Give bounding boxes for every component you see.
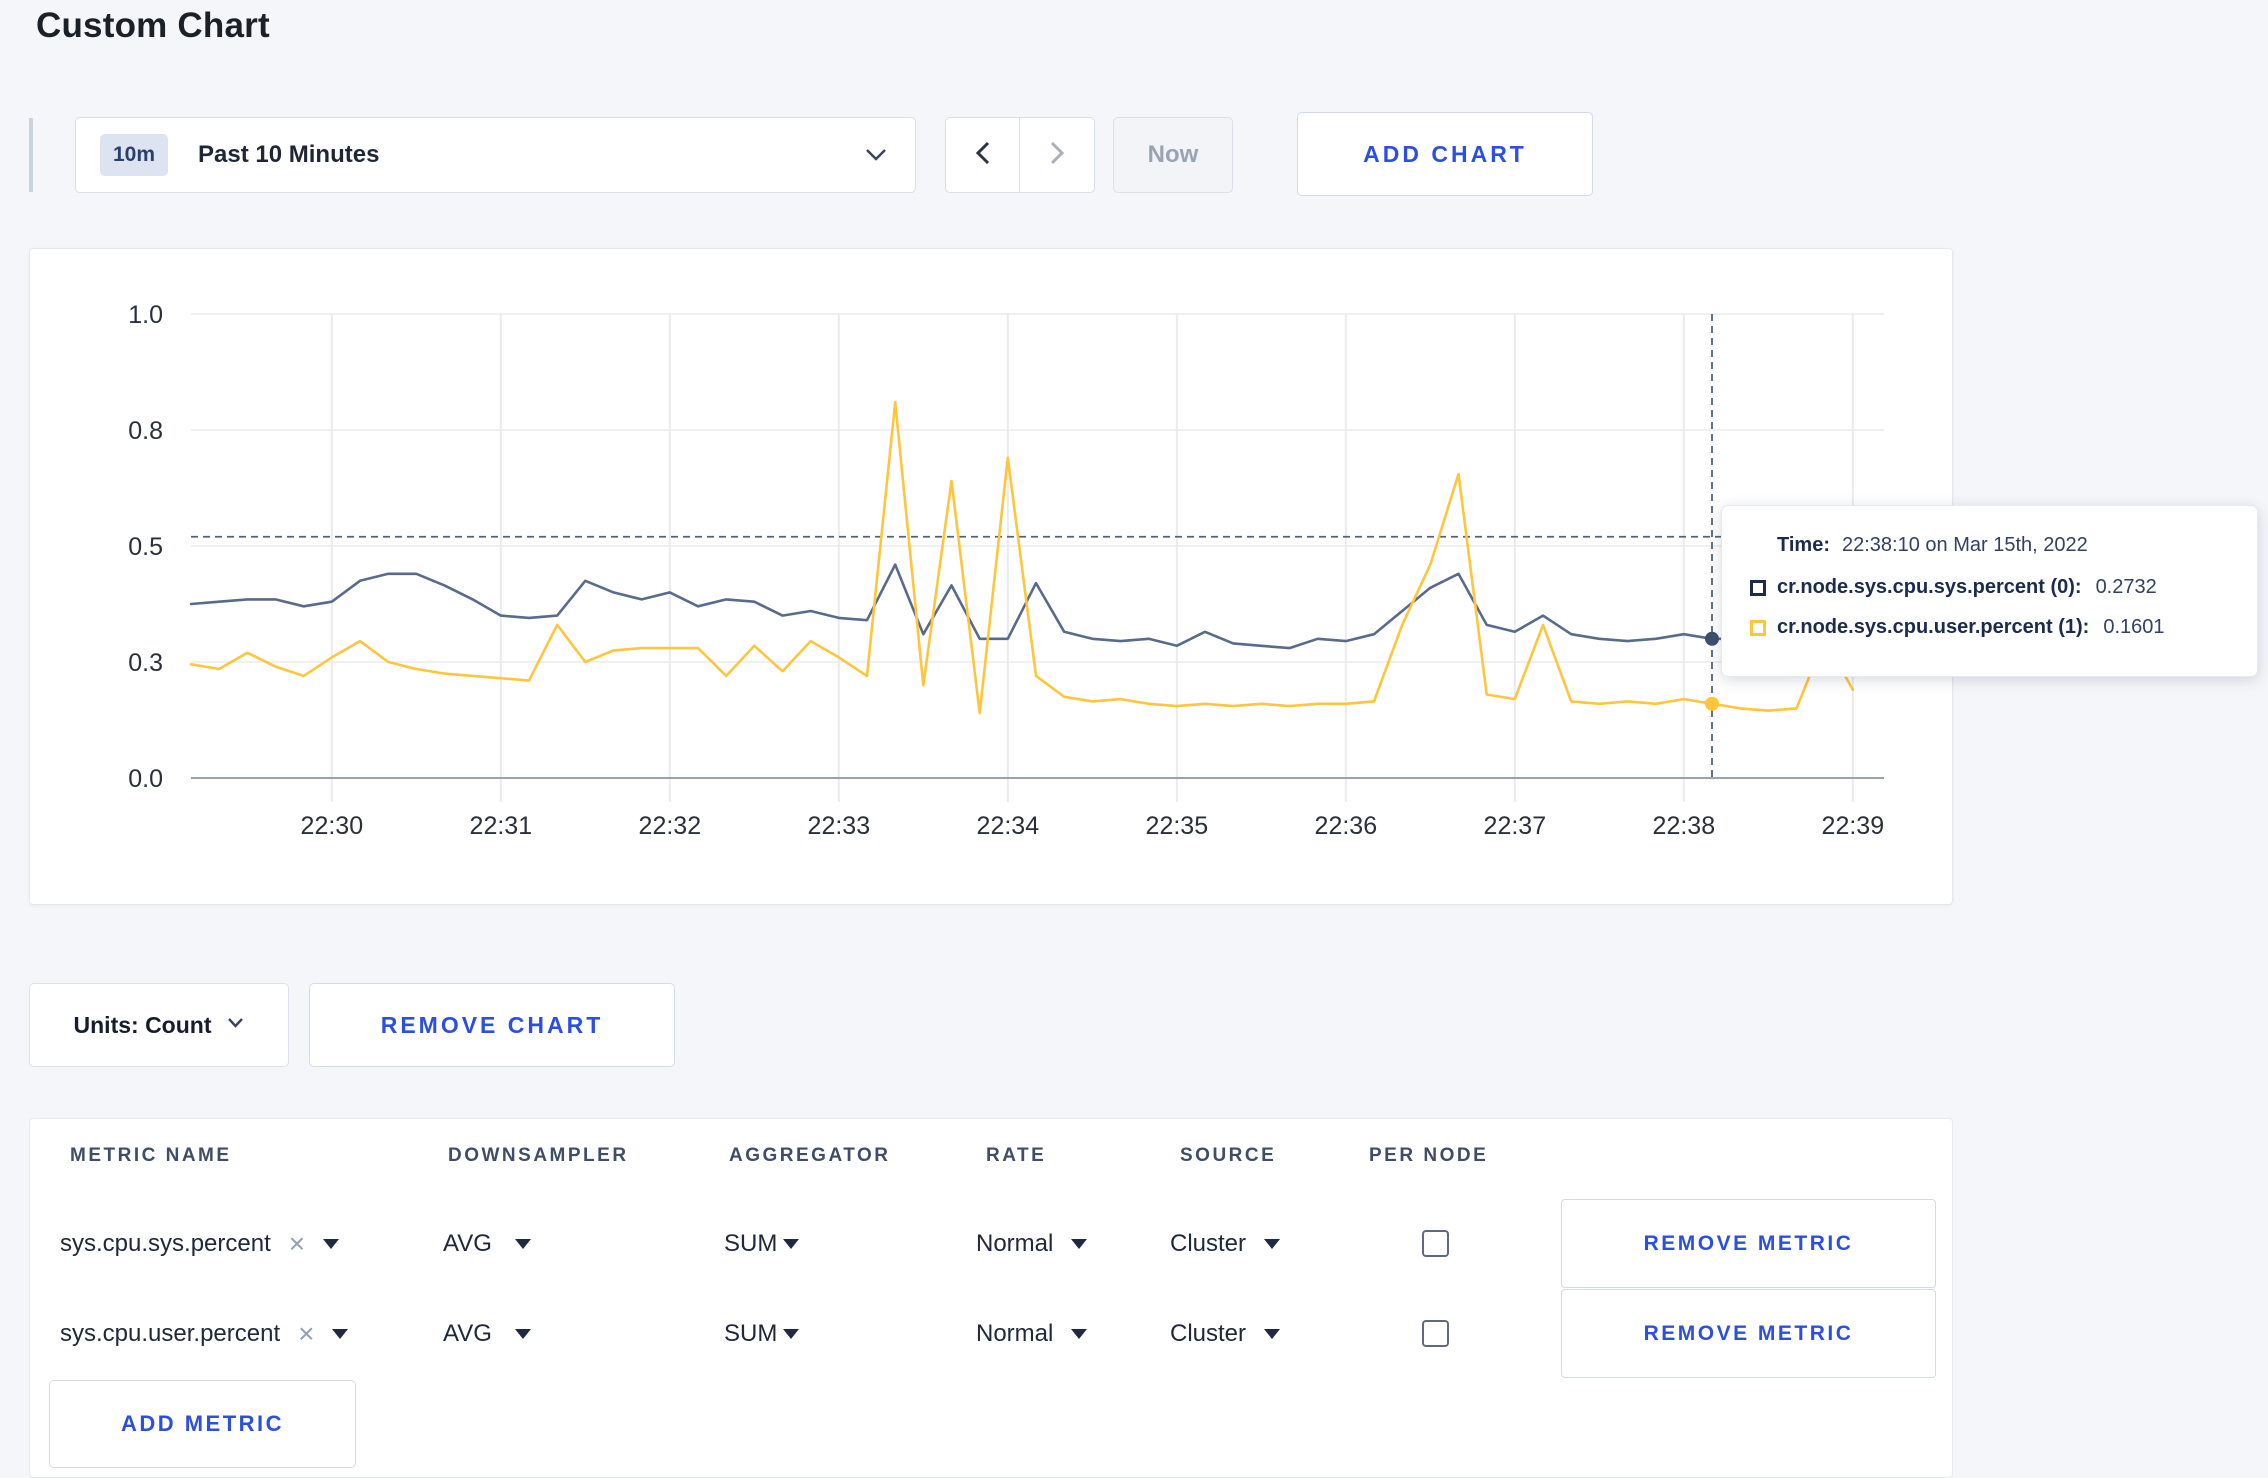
add-metric-button[interactable]: ADD METRIC [49, 1380, 356, 1468]
metric-name-select-value: sys.cpu.user.percent [60, 1320, 281, 1347]
y-tick-label: 0.5 [128, 533, 163, 561]
chevron-right-icon [1048, 140, 1066, 171]
aggregator-select-value: SUM [724, 1320, 778, 1347]
tooltip-time-row: Time: 22:38:10 on Mar 15th, 2022 [1750, 534, 2231, 557]
clear-icon[interactable] [298, 1318, 314, 1350]
chart-plot[interactable]: 0.0 0.3 0.5 0.8 1.0 22:30 22:31 22:32 22:33 22:34… [30, 249, 1954, 906]
page-title: Custom Chart [36, 6, 270, 45]
downsampler-select[interactable]: AVG [443, 1289, 531, 1379]
x-tick-label: 22:36 [1315, 812, 1378, 840]
series-line-user [189, 400, 1855, 715]
units-dropdown-label: Units: Count [73, 1011, 212, 1038]
downsampler-select-value: AVG [443, 1230, 492, 1257]
chevron-down-icon [865, 148, 887, 162]
toolbar-left-divider [29, 118, 33, 192]
aggregator-select[interactable]: SUM [724, 1289, 800, 1379]
now-button[interactable]: Now [1113, 117, 1233, 193]
metric-name-select[interactable]: sys.cpu.user.percent [60, 1289, 349, 1379]
column-header-metric-name: METRIC NAME [70, 1145, 232, 1166]
tooltip-series-value: 0.2732 [2095, 576, 2157, 598]
x-tick-label: 22:31 [470, 812, 533, 840]
rate-select[interactable]: Normal [976, 1289, 1088, 1379]
hover-dot-user [1705, 696, 1719, 711]
chart-hover-tooltip: Time: 22:38:10 on Mar 15th, 2022 cr.node.… [1721, 505, 2258, 677]
chevron-left-icon [974, 140, 992, 171]
caret-down-icon [1264, 1329, 1281, 1339]
source-select[interactable]: Cluster [1170, 1289, 1281, 1379]
remove-metric-button[interactable]: REMOVE METRIC [1561, 1289, 1936, 1378]
column-header-aggregator: AGGREGATOR [729, 1145, 891, 1166]
tooltip-series-value: 0.1601 [2103, 616, 2165, 638]
aggregator-select[interactable]: SUM [724, 1199, 800, 1289]
caret-down-icon [783, 1239, 800, 1249]
caret-down-icon [323, 1239, 340, 1249]
time-window-dropdown[interactable]: 10m Past 10 Minutes [75, 117, 916, 193]
y-tick-label: 0.3 [128, 649, 163, 677]
tooltip-time-label: Time: [1777, 534, 1830, 556]
column-header-per-node: PER NODE [1369, 1145, 1489, 1166]
y-tick-label: 1.0 [128, 301, 163, 329]
downsampler-select-value: AVG [443, 1320, 492, 1347]
x-tick-label: 22:30 [301, 812, 364, 840]
tooltip-series-label: cr.node.sys.cpu.user.percent (1): [1777, 616, 2090, 638]
rate-select-value: Normal [976, 1320, 1054, 1347]
aggregator-select-value: SUM [724, 1230, 778, 1257]
caret-down-icon [514, 1239, 531, 1249]
x-tick-label: 22:39 [1822, 812, 1885, 840]
tooltip-series-row: cr.node.sys.cpu.user.percent (1): 0.1601 [1750, 616, 2231, 639]
series-swatch-icon [1750, 619, 1766, 636]
prev-time-button[interactable] [946, 118, 1020, 192]
y-tick-label: 0.0 [128, 765, 163, 793]
metrics-table: METRIC NAME DOWNSAMPLER AGGREGATOR RATE SOUR… [29, 1118, 1953, 1478]
add-chart-button[interactable]: ADD CHART [1297, 112, 1593, 196]
tooltip-series-label: cr.node.sys.cpu.sys.percent (0): [1777, 576, 2082, 598]
caret-down-icon [1071, 1239, 1088, 1249]
per-node-checkbox[interactable] [1422, 1320, 1449, 1347]
source-select-value: Cluster [1170, 1230, 1247, 1257]
series-swatch-icon [1750, 579, 1766, 596]
downsampler-select[interactable]: AVG [443, 1199, 531, 1289]
rate-select[interactable]: Normal [976, 1199, 1088, 1289]
caret-down-icon [514, 1329, 531, 1339]
metric-name-select[interactable]: sys.cpu.sys.percent [60, 1199, 340, 1289]
remove-chart-button[interactable]: REMOVE CHART [309, 983, 675, 1067]
x-tick-label: 22:35 [1146, 812, 1209, 840]
metric-name-select-value: sys.cpu.sys.percent [60, 1230, 271, 1257]
x-tick-label: 22:32 [639, 812, 702, 840]
rate-select-value: Normal [976, 1230, 1054, 1257]
time-window-badge: 10m [100, 134, 169, 176]
x-tick-label: 22:38 [1653, 812, 1716, 840]
metric-row: sys.cpu.user.percent AVG SUM Normal Cluster R… [30, 1289, 1952, 1379]
column-header-source: SOURCE [1180, 1145, 1277, 1166]
metric-row: sys.cpu.sys.percent AVG SUM Normal Cluster RE… [30, 1199, 1952, 1289]
column-header-rate: RATE [986, 1145, 1047, 1166]
x-tick-label: 22:34 [977, 812, 1040, 840]
time-pager [945, 117, 1095, 193]
remove-metric-button[interactable]: REMOVE METRIC [1561, 1199, 1936, 1288]
chart-card: 0.0 0.3 0.5 0.8 1.0 22:30 22:31 22:32 22:33 22:34… [29, 248, 1953, 905]
caret-down-icon [1071, 1329, 1088, 1339]
source-select-value: Cluster [1170, 1320, 1247, 1347]
hover-dot-sys [1705, 631, 1719, 646]
next-time-button[interactable] [1020, 118, 1094, 192]
x-tick-label: 22:33 [808, 812, 871, 840]
source-select[interactable]: Cluster [1170, 1199, 1281, 1289]
time-window-label: Past 10 Minutes [198, 141, 380, 168]
clear-icon[interactable] [289, 1228, 305, 1260]
y-tick-label: 0.8 [128, 417, 163, 445]
chevron-down-icon [227, 1016, 244, 1034]
series-line-sys [189, 563, 1855, 650]
caret-down-icon [1264, 1239, 1281, 1249]
tooltip-series-row: cr.node.sys.cpu.sys.percent (0): 0.2732 [1750, 576, 2231, 599]
per-node-checkbox[interactable] [1422, 1230, 1449, 1257]
x-tick-label: 22:37 [1484, 812, 1547, 840]
units-dropdown[interactable]: Units: Count [29, 983, 289, 1067]
column-header-downsampler: DOWNSAMPLER [448, 1145, 629, 1166]
caret-down-icon [332, 1329, 349, 1339]
caret-down-icon [783, 1329, 800, 1339]
tooltip-time-value: 22:38:10 on Mar 15th, 2022 [1841, 534, 2088, 556]
